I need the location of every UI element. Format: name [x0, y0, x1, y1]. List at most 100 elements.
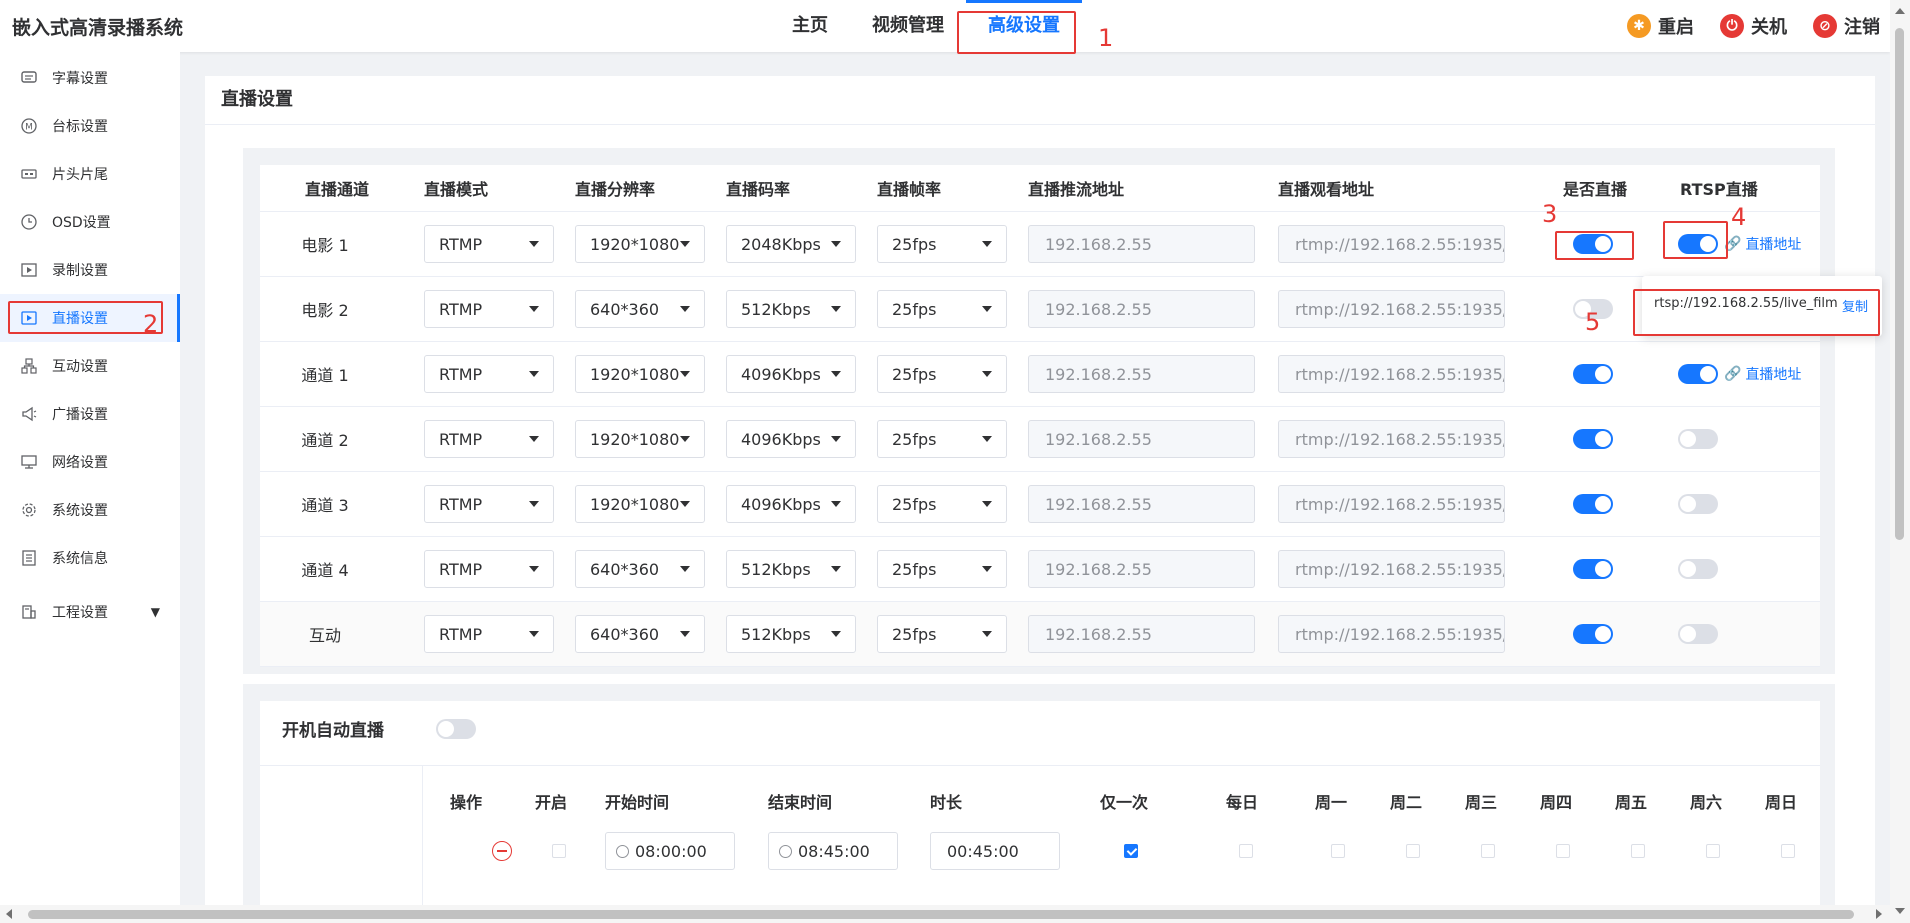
- live-address-link[interactable]: 🔗 直播地址: [1724, 364, 1801, 384]
- logout-button[interactable]: ⊘ 注销: [1813, 13, 1880, 39]
- bitrate-select[interactable]: 4096Kbps: [726, 420, 856, 458]
- mode-select[interactable]: RTMP: [424, 615, 554, 653]
- bitrate-select[interactable]: 4096Kbps: [726, 355, 856, 393]
- bitrate-select[interactable]: 512Kbps: [726, 615, 856, 653]
- push-url-input[interactable]: 192.168.2.55: [1028, 290, 1255, 328]
- sidebar-item-engineering[interactable]: 工程设置 ▼: [0, 588, 180, 636]
- scroll-right-icon[interactable]: [1876, 909, 1882, 919]
- nav-video-management[interactable]: 视频管理: [850, 0, 966, 52]
- live-switch[interactable]: [1573, 494, 1613, 514]
- mode-select[interactable]: RTMP: [424, 225, 554, 263]
- live-switch[interactable]: [1573, 364, 1613, 384]
- restart-button[interactable]: ✱ 重启: [1627, 13, 1694, 39]
- rtsp-switch[interactable]: [1678, 624, 1718, 644]
- fps-select[interactable]: 25fps: [877, 355, 1007, 393]
- resolution-select[interactable]: 640*360: [575, 290, 705, 328]
- scrollbar-thumb[interactable]: [28, 910, 1854, 919]
- sidebar-item-system-settings[interactable]: 系统设置: [0, 486, 180, 534]
- col-bitrate: 直播码率: [726, 180, 791, 199]
- weekday-checkbox[interactable]: [1331, 844, 1345, 858]
- schedule-enable-checkbox[interactable]: [552, 844, 566, 858]
- push-url-input[interactable]: 192.168.2.55: [1028, 225, 1255, 263]
- mode-select[interactable]: RTMP: [424, 485, 554, 523]
- bitrate-select[interactable]: 512Kbps: [726, 550, 856, 588]
- sidebar-item-label: 系统设置: [52, 503, 108, 519]
- scroll-down-icon[interactable]: [1895, 908, 1905, 914]
- weekday-checkbox[interactable]: [1556, 844, 1570, 858]
- live-switch[interactable]: [1573, 624, 1613, 644]
- mode-value: RTMP: [439, 429, 483, 449]
- watch-url-input[interactable]: rtmp://192.168.2.55:1935/live: [1278, 290, 1505, 328]
- duration-input[interactable]: 00:45:00: [930, 832, 1060, 870]
- bitrate-select[interactable]: 4096Kbps: [726, 485, 856, 523]
- weekday-checkbox[interactable]: [1481, 844, 1495, 858]
- nav-home[interactable]: 主页: [770, 0, 850, 52]
- sidebar-item-system-info[interactable]: 系统信息: [0, 534, 180, 582]
- watch-url-input[interactable]: rtmp://192.168.2.55:1935/live: [1278, 225, 1505, 263]
- rtsp-switch[interactable]: [1678, 429, 1718, 449]
- weekday-checkbox[interactable]: [1781, 844, 1795, 858]
- live-switch[interactable]: [1573, 429, 1613, 449]
- weekday-checkbox[interactable]: [1406, 844, 1420, 858]
- weekday-checkbox[interactable]: [1631, 844, 1645, 858]
- push-url-input[interactable]: 192.168.2.55: [1028, 615, 1255, 653]
- caret-down-icon: [982, 371, 992, 377]
- table-header: 直播通道 直播模式 直播分辨率 直播码率 直播帧率 直播推流地址 直播观看地址 …: [260, 165, 1820, 212]
- scroll-left-icon[interactable]: [6, 909, 12, 919]
- resolution-select[interactable]: 1920*1080: [575, 225, 705, 263]
- resolution-select[interactable]: 1920*1080: [575, 420, 705, 458]
- auto-live-switch[interactable]: [436, 719, 476, 739]
- shutdown-button[interactable]: ⏻ 关机: [1720, 13, 1787, 39]
- scrollbar-thumb[interactable]: [1895, 28, 1904, 540]
- watch-url-input[interactable]: rtmp://192.168.2.55:1935/live: [1278, 615, 1505, 653]
- sidebar-item-logo[interactable]: M 台标设置: [0, 102, 180, 150]
- scroll-up-icon[interactable]: [1895, 8, 1905, 14]
- fps-select[interactable]: 25fps: [877, 420, 1007, 458]
- remove-schedule-button[interactable]: [492, 841, 512, 861]
- duration-value: 00:45:00: [947, 841, 1019, 861]
- live-address-link[interactable]: 🔗 直播地址: [1724, 234, 1801, 254]
- rtsp-switch[interactable]: [1678, 494, 1718, 514]
- end-time-input[interactable]: 08:45:00: [768, 832, 898, 870]
- sidebar-item-network[interactable]: 网络设置: [0, 438, 180, 486]
- resolution-select[interactable]: 640*360: [575, 550, 705, 588]
- weekday-checkbox[interactable]: [1706, 844, 1720, 858]
- watch-url-input[interactable]: rtmp://192.168.2.55:1935/live: [1278, 550, 1505, 588]
- sidebar-item-broadcast[interactable]: 广播设置: [0, 390, 180, 438]
- resolution-select[interactable]: 1920*1080: [575, 355, 705, 393]
- push-url-input[interactable]: 192.168.2.55: [1028, 485, 1255, 523]
- fps-select[interactable]: 25fps: [877, 225, 1007, 263]
- mode-select[interactable]: RTMP: [424, 550, 554, 588]
- push-url-input[interactable]: 192.168.2.55: [1028, 420, 1255, 458]
- sidebar-item-osd[interactable]: OSD设置: [0, 198, 180, 246]
- sidebar-item-record[interactable]: 录制设置: [0, 246, 180, 294]
- rtsp-switch[interactable]: [1678, 559, 1718, 579]
- watch-url-input[interactable]: rtmp://192.168.2.55:1935/live: [1278, 420, 1505, 458]
- fps-select[interactable]: 25fps: [877, 615, 1007, 653]
- resolution-select[interactable]: 640*360: [575, 615, 705, 653]
- sidebar-item-subtitle[interactable]: 字幕设置: [0, 54, 180, 102]
- bitrate-select[interactable]: 512Kbps: [726, 290, 856, 328]
- horizontal-scrollbar[interactable]: [0, 905, 1890, 923]
- watch-url-input[interactable]: rtmp://192.168.2.55:1935/live: [1278, 355, 1505, 393]
- bitrate-select[interactable]: 2048Kbps: [726, 225, 856, 263]
- rtsp-switch[interactable]: [1678, 364, 1718, 384]
- vertical-scrollbar[interactable]: [1890, 0, 1910, 923]
- start-time-input[interactable]: 08:00:00: [605, 832, 735, 870]
- fps-select[interactable]: 25fps: [877, 550, 1007, 588]
- mode-select[interactable]: RTMP: [424, 355, 554, 393]
- live-switch[interactable]: [1573, 559, 1613, 579]
- watch-url-input[interactable]: rtmp://192.168.2.55:1935/live: [1278, 485, 1505, 523]
- weekday-checkbox[interactable]: [1239, 844, 1253, 858]
- mode-select[interactable]: RTMP: [424, 290, 554, 328]
- once-checkbox[interactable]: [1124, 844, 1138, 858]
- fps-select[interactable]: 25fps: [877, 290, 1007, 328]
- resolution-select[interactable]: 1920*1080: [575, 485, 705, 523]
- push-url-input[interactable]: 192.168.2.55: [1028, 550, 1255, 588]
- mode-select[interactable]: RTMP: [424, 420, 554, 458]
- push-url-input[interactable]: 192.168.2.55: [1028, 355, 1255, 393]
- caret-down-icon: [831, 371, 841, 377]
- fps-select[interactable]: 25fps: [877, 485, 1007, 523]
- sidebar-item-intro-outro[interactable]: 片头片尾: [0, 150, 180, 198]
- sidebar-item-interact[interactable]: 互动设置: [0, 342, 180, 390]
